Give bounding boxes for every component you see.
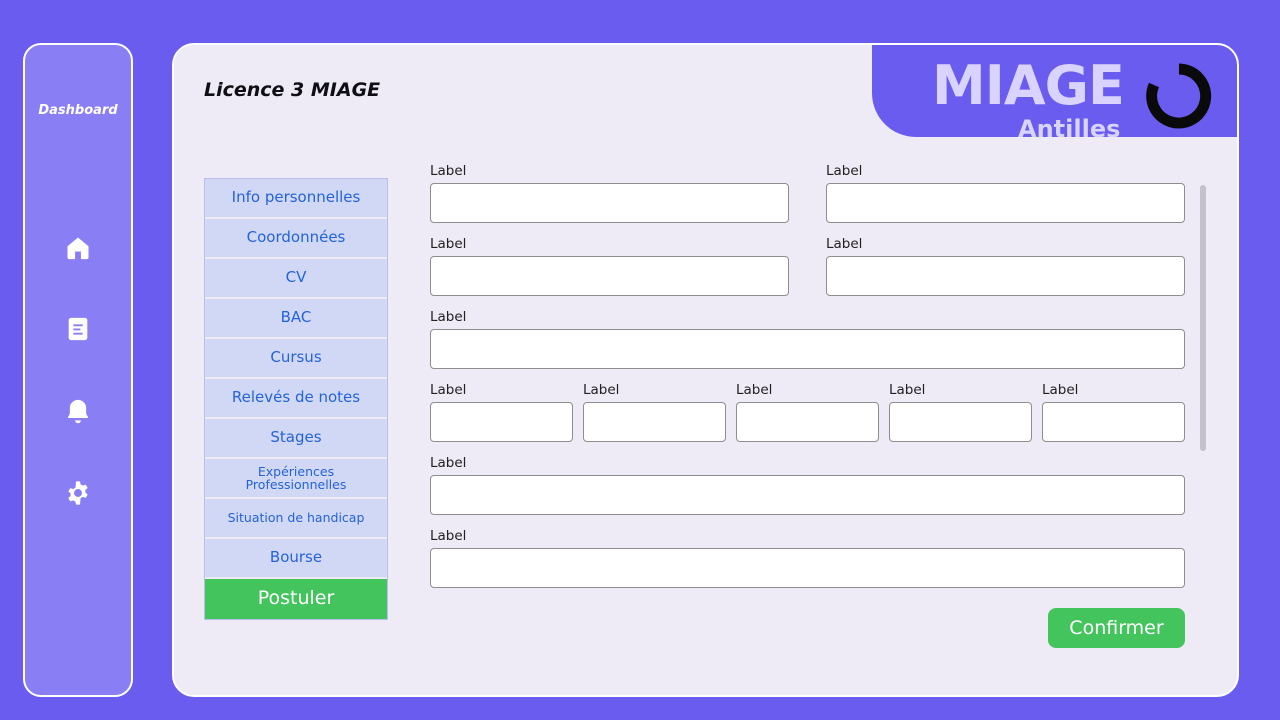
field-label: Label bbox=[430, 309, 467, 325]
form-field: Label bbox=[1042, 382, 1185, 442]
form-field: Label bbox=[583, 382, 726, 442]
bell-icon[interactable] bbox=[63, 396, 93, 426]
sidebar-title: Dashboard bbox=[38, 103, 118, 118]
text-input[interactable] bbox=[430, 475, 1185, 515]
tab-stages[interactable]: Stages bbox=[205, 419, 387, 459]
tab-info-personnelles[interactable]: Info personnelles bbox=[205, 179, 387, 219]
form-field: Label bbox=[430, 236, 789, 296]
tab-experiences-professionnelles[interactable]: Expériences Professionnelles bbox=[205, 459, 387, 499]
text-input[interactable] bbox=[430, 548, 1185, 588]
field-label: Label bbox=[430, 455, 467, 471]
field-label: Label bbox=[583, 382, 620, 398]
field-label: Label bbox=[430, 163, 467, 179]
text-input[interactable] bbox=[430, 183, 789, 223]
field-label: Label bbox=[889, 382, 926, 398]
field-label: Label bbox=[826, 163, 863, 179]
field-label: Label bbox=[736, 382, 773, 398]
field-label: Label bbox=[430, 236, 467, 252]
form-field: Label bbox=[736, 382, 879, 442]
home-icon[interactable] bbox=[63, 233, 93, 263]
logo: MIAGE Antilles bbox=[872, 45, 1237, 141]
gear-icon[interactable] bbox=[63, 478, 93, 508]
field-label: Label bbox=[1042, 382, 1079, 398]
page-title: Licence 3 MIAGE bbox=[204, 79, 381, 101]
main-panel: Licence 3 MIAGE MIAGE Antilles Info pers… bbox=[172, 43, 1239, 697]
text-input[interactable] bbox=[826, 183, 1185, 223]
application-form: Label Label Label Label Label Label Labe… bbox=[430, 163, 1186, 663]
postuler-button[interactable]: Postuler bbox=[205, 579, 387, 619]
form-field: Label bbox=[430, 309, 1185, 369]
form-field: Label bbox=[430, 528, 1185, 588]
tab-cv[interactable]: CV bbox=[205, 259, 387, 299]
text-input[interactable] bbox=[1042, 402, 1185, 442]
tab-releves-de-notes[interactable]: Relevés de notes bbox=[205, 379, 387, 419]
logo-miage-text: MIAGE bbox=[932, 54, 1125, 117]
tab-coordonnees[interactable]: Coordonnées bbox=[205, 219, 387, 259]
form-field: Label bbox=[430, 455, 1185, 515]
form-field: Label bbox=[826, 163, 1185, 223]
text-input[interactable] bbox=[826, 256, 1185, 296]
tab-bourse[interactable]: Bourse bbox=[205, 539, 387, 579]
tab-cursus[interactable]: Cursus bbox=[205, 339, 387, 379]
confirm-button[interactable]: Confirmer bbox=[1048, 608, 1185, 648]
field-label: Label bbox=[826, 236, 863, 252]
form-field: Label bbox=[826, 236, 1185, 296]
text-input[interactable] bbox=[430, 256, 789, 296]
form-field: Label bbox=[430, 163, 789, 223]
field-label: Label bbox=[430, 528, 467, 544]
text-input[interactable] bbox=[430, 402, 573, 442]
form-scrollbar[interactable] bbox=[1200, 185, 1206, 451]
sidebar: Dashboard bbox=[23, 43, 133, 697]
text-input[interactable] bbox=[583, 402, 726, 442]
logo-ring-icon bbox=[1146, 63, 1212, 129]
text-input[interactable] bbox=[736, 402, 879, 442]
section-tabs: Info personnelles Coordonnées CV BAC Cur… bbox=[204, 178, 388, 620]
tab-situation-de-handicap[interactable]: Situation de handicap bbox=[205, 499, 387, 539]
form-field: Label bbox=[889, 382, 1032, 442]
logo-antilles-text: Antilles bbox=[1018, 115, 1121, 143]
tab-bac[interactable]: BAC bbox=[205, 299, 387, 339]
text-input[interactable] bbox=[889, 402, 1032, 442]
text-input[interactable] bbox=[430, 329, 1185, 369]
document-icon[interactable] bbox=[63, 314, 93, 344]
field-label: Label bbox=[430, 382, 467, 398]
form-field: Label bbox=[430, 382, 573, 442]
